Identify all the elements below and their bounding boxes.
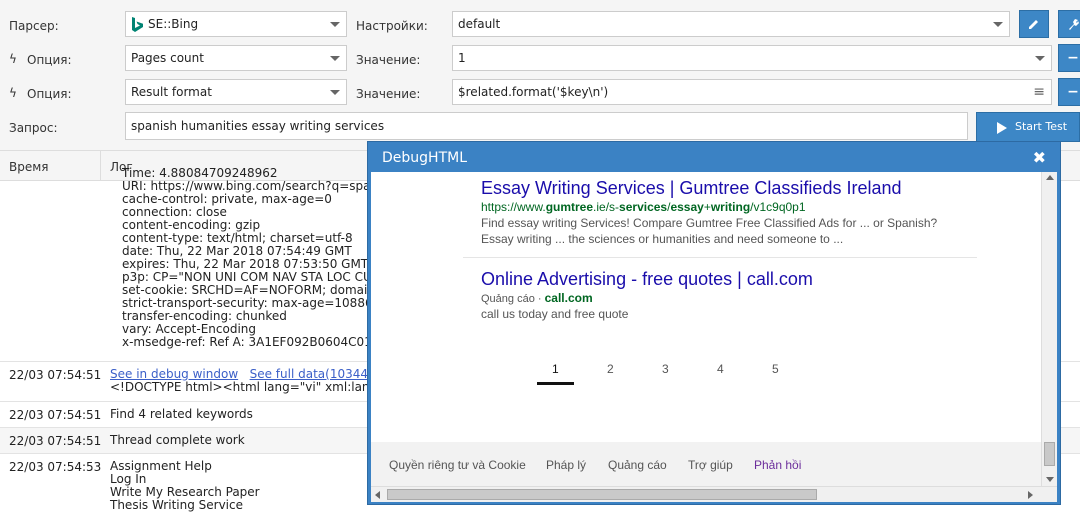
option-row-2: ϟ Опция: Result format Значение: $relate…: [0, 76, 1080, 110]
scroll-right-icon[interactable]: [1028, 491, 1033, 499]
option-value-1: Pages count: [131, 51, 204, 65]
scroll-left-icon[interactable]: [375, 491, 380, 499]
query-label: Запрос:: [9, 121, 58, 135]
pencil-icon: [1029, 20, 1038, 29]
current-page-indicator: [537, 382, 574, 385]
chevron-down-icon: [993, 22, 1003, 27]
settings-label: Настройки:: [356, 19, 428, 33]
parser-value: SE::Bing: [148, 17, 199, 31]
log-html-preview: <!DOCTYPE html><html lang="vi" xml:lang=…: [110, 380, 409, 394]
scroll-thumb[interactable]: [1044, 442, 1055, 466]
log-message: Assignment Help Log In Write My Research…: [110, 460, 260, 512]
log-time: 22/03 07:54:51: [9, 368, 102, 382]
value-select-1[interactable]: 1: [452, 45, 1052, 71]
page-1[interactable]: 1: [552, 362, 559, 376]
page-4[interactable]: 4: [717, 362, 724, 376]
value-1: 1: [458, 51, 466, 65]
log-time: 22/03 07:54:51: [9, 434, 102, 448]
scroll-down-icon[interactable]: [1046, 477, 1054, 482]
query-value: spanish humanities essay writing service…: [131, 119, 385, 133]
page-2[interactable]: 2: [607, 362, 614, 376]
option-row-1: ϟ Опция: Pages count Значение: 1 −: [0, 42, 1080, 76]
option-label: Опция:: [27, 53, 72, 67]
log-message: Find 4 related keywords: [110, 407, 253, 421]
column-divider[interactable]: [100, 151, 101, 181]
ad-label: Quảng cáo ·: [481, 293, 545, 305]
log-message: Thread complete work: [110, 433, 245, 447]
value-label: Значение:: [356, 53, 421, 67]
result-desc-1b: Essay writing ... the sciences or humani…: [481, 232, 844, 246]
close-icon[interactable]: ✖: [1033, 148, 1046, 167]
result-title-1[interactable]: Essay Writing Services | Gumtree Classif…: [481, 178, 902, 199]
remove-option-button[interactable]: −: [1058, 44, 1080, 72]
result-url-2[interactable]: Quảng cáo · call.com: [481, 291, 593, 305]
see-debug-link[interactable]: See in debug window: [110, 367, 238, 381]
value-label: Значение:: [356, 87, 421, 101]
col-time[interactable]: Время: [9, 160, 49, 174]
settings-select[interactable]: default: [452, 11, 1010, 37]
start-test-label: Start Test: [1015, 120, 1068, 133]
footer-link-ads[interactable]: Quảng cáo: [608, 458, 667, 472]
debug-content: Essay Writing Services | Gumtree Classif…: [371, 172, 1057, 502]
result-desc-1a: Find essay writing Services! Compare Gum…: [481, 216, 938, 230]
option-select-1[interactable]: Pages count: [125, 45, 347, 71]
page-3[interactable]: 3: [662, 362, 669, 376]
page-5[interactable]: 5: [772, 362, 779, 376]
bing-footer: Quyền riêng tư và Cookie Pháp lý Quảng c…: [371, 442, 1041, 486]
keyword-line: Thesis Writing Service: [110, 498, 243, 512]
option-select-2[interactable]: Result format: [125, 79, 347, 105]
chevron-down-icon: [330, 22, 340, 27]
result-title-2[interactable]: Online Advertising - free quotes | call.…: [481, 269, 813, 290]
vertical-scrollbar[interactable]: [1041, 172, 1057, 486]
footer-link-privacy[interactable]: Quyền riêng tư và Cookie: [389, 458, 526, 472]
parser-select[interactable]: SE::Bing: [125, 11, 347, 37]
result-url-1[interactable]: https://www.gumtree.ie/s-services/essay+…: [481, 200, 806, 214]
scroll-up-icon[interactable]: [1046, 175, 1054, 180]
result-divider: [463, 257, 977, 258]
debug-html-window: DebugHTML ✖ Essay Writing Services | Gum…: [367, 141, 1061, 505]
wrench-icon: [1069, 19, 1079, 30]
log-message: See in debug window See full data(103444…: [110, 368, 409, 394]
edit-settings-button[interactable]: [1019, 10, 1049, 38]
footer-link-legal[interactable]: Pháp lý: [546, 458, 586, 472]
remove-option-button[interactable]: −: [1058, 78, 1080, 106]
play-icon: [997, 122, 1007, 134]
result-desc-2: call us today and free quote: [481, 307, 629, 321]
response-headers: Time: 4.88084709248962 URI: https://www.…: [122, 167, 396, 349]
log-time: 22/03 07:54:51: [9, 408, 102, 422]
option-value-2: Result format: [131, 85, 212, 99]
footer-link-feedback[interactable]: Phản hồi: [754, 458, 801, 472]
chevron-down-icon: [330, 90, 340, 95]
scroll-thumb[interactable]: [387, 489, 817, 500]
parser-row: Парсер: SE::Bing Настройки: default: [0, 8, 1080, 42]
horizontal-scrollbar[interactable]: [371, 486, 1057, 502]
menu-icon[interactable]: ≡: [1033, 80, 1045, 104]
bolt-icon: ϟ: [9, 52, 17, 66]
bolt-icon: ϟ: [9, 86, 17, 100]
option-label: Опция:: [27, 87, 72, 101]
query-row: Запрос: spanish humanities essay writing…: [0, 110, 1080, 144]
header-line: x-msedge-ref: Ref A: 3A1EF092B0604C01AE2: [122, 335, 396, 349]
query-input[interactable]: spanish humanities essay writing service…: [125, 112, 968, 140]
value-input-2[interactable]: $related.format('$key\n') ≡: [452, 79, 1052, 105]
bing-icon: [131, 16, 144, 32]
parser-label: Парсер:: [9, 19, 59, 33]
value-2: $related.format('$key\n'): [458, 85, 609, 99]
debug-window-title: DebugHTML: [382, 150, 467, 166]
tools-button[interactable]: [1058, 10, 1080, 38]
chevron-down-icon: [330, 56, 340, 61]
footer-link-help[interactable]: Trợ giúp: [688, 458, 733, 472]
start-test-button[interactable]: Start Test: [976, 112, 1080, 142]
chevron-down-icon: [1035, 56, 1045, 61]
settings-value: default: [458, 17, 501, 31]
log-time: 22/03 07:54:53: [9, 460, 102, 474]
